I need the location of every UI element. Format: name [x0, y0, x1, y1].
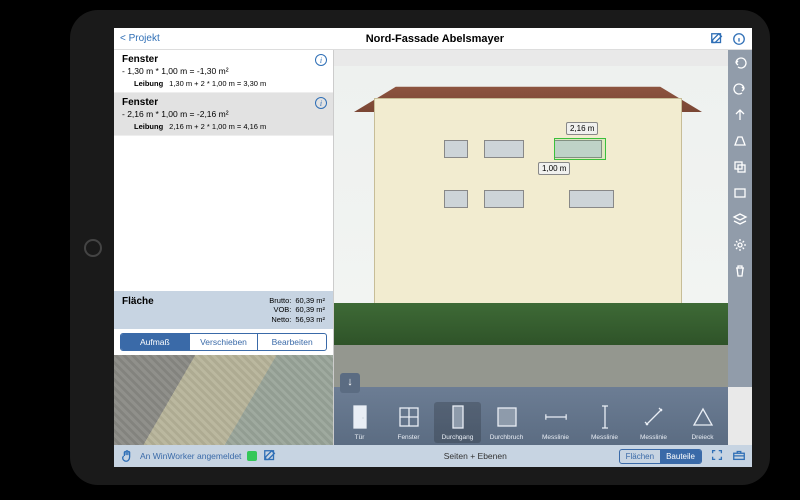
- item-sub-calc: 1,30 m + 2 * 1,00 m = 3,30 m: [169, 79, 266, 88]
- summary-label: Netto:: [263, 315, 291, 324]
- hand-icon[interactable]: [120, 449, 134, 463]
- texture-preview[interactable]: [114, 355, 333, 445]
- page-title: Nord-Fassade Abelsmayer: [160, 33, 710, 45]
- summary-label: Brutto:: [263, 296, 291, 305]
- seg-bauteile[interactable]: Bauteile: [660, 450, 701, 463]
- item-title: Fenster: [122, 54, 327, 65]
- shape-label: Durchgang: [442, 434, 474, 441]
- home-button[interactable]: [84, 239, 102, 257]
- canvas-panel: 2,16 m 1,00 m: [334, 50, 752, 445]
- seg-verschieben[interactable]: Verschieben: [190, 334, 259, 350]
- compose-icon[interactable]: [263, 449, 277, 463]
- shape-passage[interactable]: Durchgang: [434, 402, 481, 443]
- toolbox-icon[interactable]: [732, 448, 746, 464]
- download-icon[interactable]: ↓: [340, 373, 360, 393]
- summary-value: 60,39 m²: [295, 305, 325, 314]
- bottombar: An WinWorker angemeldet Seiten + Ebenen …: [114, 445, 752, 467]
- shape-diag[interactable]: Messlinie: [630, 402, 677, 443]
- area-summary: Fläche Brutto: 60,39 m² VOB: 60,39 m² Nett…: [114, 291, 333, 329]
- login-status: An WinWorker angemeldet: [140, 451, 241, 461]
- shape-label: Tür: [355, 434, 365, 441]
- bluetooth-status-icon[interactable]: [247, 451, 257, 461]
- item-title: Fenster: [122, 97, 327, 108]
- trash-icon[interactable]: [731, 262, 749, 280]
- copy-icon[interactable]: [731, 158, 749, 176]
- bottom-segmented[interactable]: Flächen Bauteile: [619, 449, 702, 464]
- measure-height[interactable]: 1,00 m: [538, 162, 570, 175]
- item-sub-label: Leibung: [134, 122, 163, 131]
- shape-label: Messlinie: [591, 434, 618, 441]
- perspective-icon[interactable]: [731, 132, 749, 150]
- back-button[interactable]: < Projekt: [120, 33, 160, 44]
- shape-label: Dreieck: [691, 434, 713, 441]
- sidebar: Fenster - 1,30 m * 1,00 m = -1,30 m² Lei…: [114, 50, 334, 445]
- summary-value: 60,39 m²: [295, 296, 325, 305]
- seg-aufmass[interactable]: Aufmaß: [121, 334, 190, 350]
- shape-door[interactable]: Tür: [336, 402, 383, 443]
- viewport[interactable]: 2,16 m 1,00 m: [334, 50, 752, 387]
- selection-rect[interactable]: [554, 138, 606, 160]
- measure-width[interactable]: 2,16 m: [566, 122, 598, 135]
- bottom-center-label[interactable]: Seiten + Ebenen: [340, 451, 611, 461]
- shape-toolbar: ↓ Tür Fenster Durchgang Durchbruch Messl…: [334, 387, 728, 445]
- list-item[interactable]: Fenster - 1,30 m * 1,00 m = -1,30 m² Lei…: [114, 50, 333, 93]
- undo-icon[interactable]: [731, 54, 749, 72]
- redo-icon[interactable]: [731, 80, 749, 98]
- shape-label: Durchbruch: [490, 434, 524, 441]
- item-calc: - 1,30 m * 1,00 m = -1,30 m²: [122, 66, 327, 76]
- topbar: < Projekt Nord-Fassade Abelsmayer: [114, 28, 752, 50]
- layers-icon[interactable]: [731, 210, 749, 228]
- shape-label: Fenster: [397, 434, 419, 441]
- shape-triangle[interactable]: Dreieck: [679, 402, 726, 443]
- list-item[interactable]: Fenster - 2,16 m * 1,00 m = -2,16 m² Lei…: [114, 93, 333, 136]
- shape-label: Messlinie: [542, 434, 569, 441]
- info-icon[interactable]: i: [315, 97, 327, 109]
- shape-hline[interactable]: Messlinie: [532, 402, 579, 443]
- item-sub-calc: 2,16 m + 2 * 1,00 m = 4,16 m: [169, 122, 266, 131]
- mode-segmented[interactable]: Aufmaß Verschieben Bearbeiten: [120, 333, 327, 351]
- seg-bearbeiten[interactable]: Bearbeiten: [258, 334, 326, 350]
- shape-vline[interactable]: Messlinie: [581, 402, 628, 443]
- item-sub-label: Leibung: [134, 79, 163, 88]
- fullscreen-icon[interactable]: [710, 448, 724, 464]
- info-icon[interactable]: [732, 32, 746, 46]
- rect-icon[interactable]: [731, 184, 749, 202]
- summary-label: VOB:: [263, 305, 291, 314]
- vertical-toolbar: [728, 50, 752, 387]
- info-icon[interactable]: i: [315, 54, 327, 66]
- item-calc: - 2,16 m * 1,00 m = -2,16 m²: [122, 109, 327, 119]
- summary-value: 56,93 m²: [295, 315, 325, 324]
- shape-label: Messlinie: [640, 434, 667, 441]
- summary-title: Fläche: [122, 296, 154, 307]
- shape-opening[interactable]: Durchbruch: [483, 402, 530, 443]
- arrow-up-icon[interactable]: [731, 106, 749, 124]
- seg-flaechen[interactable]: Flächen: [620, 450, 660, 463]
- shape-window[interactable]: Fenster: [385, 402, 432, 443]
- edit-icon[interactable]: [710, 32, 724, 46]
- gear-icon[interactable]: [731, 236, 749, 254]
